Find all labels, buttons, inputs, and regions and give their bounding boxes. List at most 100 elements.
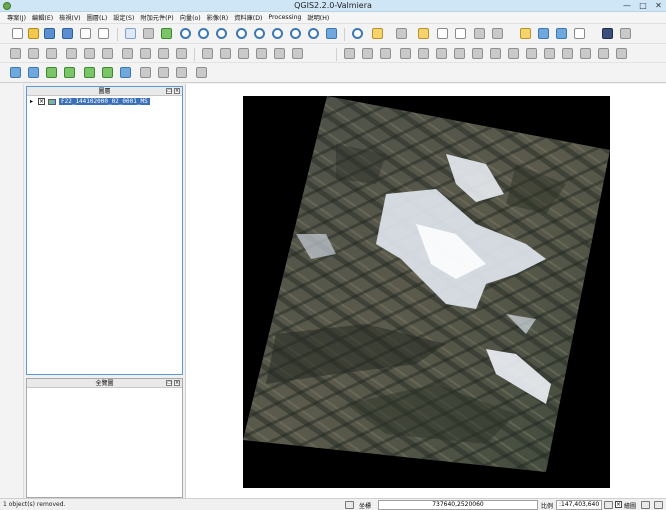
stop-rendering-icon[interactable] [604, 501, 613, 509]
show-bookmarks-icon[interactable] [556, 28, 567, 39]
menu-help[interactable]: 說明(H) [304, 13, 332, 22]
decrease-contrast-icon[interactable] [102, 67, 113, 78]
raster-tool-icon[interactable] [158, 67, 169, 78]
float-panel-button[interactable]: ▭ [166, 380, 172, 386]
menu-edit[interactable]: 編輯(E) [29, 13, 56, 22]
decrease-brightness-icon[interactable] [64, 67, 75, 78]
add-wcs-layer-icon[interactable] [6, 218, 18, 230]
new-print-composer-icon[interactable] [80, 28, 91, 39]
add-part-icon[interactable] [436, 48, 447, 59]
move-label-icon[interactable] [256, 48, 267, 59]
remove-layer-icon[interactable] [6, 344, 18, 356]
rotate-label-icon[interactable] [274, 48, 285, 59]
raster-calculator-icon[interactable] [196, 67, 207, 78]
save-project-icon[interactable] [44, 28, 55, 39]
select-icon[interactable] [372, 28, 383, 39]
select-by-expression-icon[interactable] [396, 28, 407, 39]
osm-icon[interactable] [6, 438, 18, 450]
add-feature-icon[interactable] [66, 48, 77, 59]
show-labels-icon[interactable] [238, 48, 249, 59]
new-bookmark-icon[interactable] [538, 28, 549, 39]
close-panel-button[interactable]: × [174, 88, 180, 94]
add-ring-icon[interactable] [418, 48, 429, 59]
add-wms-tile-icon[interactable] [6, 272, 18, 284]
text-annotation-icon[interactable] [574, 28, 585, 39]
menu-plugins[interactable]: 附加元件(P) [137, 13, 176, 22]
zoom-to-layer-icon[interactable] [254, 28, 265, 39]
layer-name[interactable]: F22_144102000_02_0001_MS [59, 98, 150, 105]
cut-features-icon[interactable] [140, 48, 151, 59]
local-histogram-stretch-icon[interactable] [10, 67, 21, 78]
zoom-native-icon[interactable] [272, 28, 283, 39]
split-parts-icon[interactable] [562, 48, 573, 59]
menu-processing[interactable]: Processing [265, 14, 304, 21]
delete-ring-icon[interactable] [472, 48, 483, 59]
menu-vector[interactable]: 向量(o) [177, 13, 204, 22]
add-spatialite-layer-icon[interactable] [6, 146, 18, 158]
zoom-full-icon[interactable] [216, 28, 227, 39]
current-edits-icon[interactable] [10, 48, 21, 59]
increase-brightness-icon[interactable] [46, 67, 57, 78]
crs-status-icon[interactable] [641, 501, 650, 509]
raster-info-icon[interactable] [176, 67, 187, 78]
scale-field[interactable]: :147,403,640 [556, 500, 602, 510]
zoom-out-icon[interactable] [198, 28, 209, 39]
menu-raster[interactable]: 影像(R) [204, 13, 232, 22]
zoom-to-selection-icon[interactable] [236, 28, 247, 39]
rotate-feature-icon[interactable] [380, 48, 391, 59]
merge-attributes-icon[interactable] [598, 48, 609, 59]
zoom-in-icon[interactable] [180, 28, 191, 39]
rotate-point-symbols-icon[interactable] [616, 48, 627, 59]
messages-icon[interactable] [654, 501, 663, 509]
georeferencer-icon[interactable] [6, 402, 18, 414]
menu-settings[interactable]: 設定(S) [110, 13, 137, 22]
fill-ring-icon[interactable] [454, 48, 465, 59]
increase-contrast-icon[interactable] [84, 67, 95, 78]
simplify-feature-icon[interactable] [400, 48, 411, 59]
attribute-table-icon[interactable] [437, 28, 448, 39]
merge-features-icon[interactable] [580, 48, 591, 59]
add-postgis-layer-icon[interactable] [6, 128, 18, 140]
delete-part-icon[interactable] [490, 48, 501, 59]
paste-features-icon[interactable] [176, 48, 187, 59]
node-tool-icon[interactable] [102, 48, 113, 59]
measure-icon[interactable] [492, 28, 503, 39]
float-panel-button[interactable]: ▭ [166, 88, 172, 94]
menu-view[interactable]: 檢視(V) [56, 13, 83, 22]
save-edits-icon[interactable] [46, 48, 57, 59]
maximize-button[interactable]: □ [636, 0, 650, 11]
move-feature-icon[interactable] [84, 48, 95, 59]
add-delimited-text-icon[interactable] [6, 254, 18, 266]
coordinate-field[interactable]: 737640,2520060 [378, 500, 538, 510]
field-calculator-icon[interactable] [455, 28, 466, 39]
help-icon[interactable] [620, 28, 631, 39]
layer-item[interactable]: ▸ × F22_144102000_02_0001_MS [30, 97, 182, 106]
close-button[interactable]: ✕ [651, 0, 666, 11]
render-checkbox[interactable]: × [615, 501, 622, 508]
delete-selected-icon[interactable] [122, 48, 133, 59]
python-console-icon[interactable] [602, 28, 613, 39]
reshape-features-icon[interactable] [508, 48, 519, 59]
full-histogram-stretch-icon[interactable] [28, 67, 39, 78]
pan-map-icon[interactable] [125, 28, 136, 39]
gps-tools-icon[interactable] [6, 366, 18, 378]
expand-toggle-icon[interactable]: ▸ [30, 98, 35, 105]
full-cumulative-cut-icon[interactable] [140, 67, 151, 78]
minimize-button[interactable]: — [620, 0, 634, 11]
redo-icon[interactable] [362, 48, 373, 59]
composer-manager-icon[interactable] [98, 28, 109, 39]
refresh-icon[interactable] [326, 28, 337, 39]
identify-icon[interactable] [352, 28, 363, 39]
coordinate-capture-icon[interactable] [6, 420, 18, 432]
menu-layer[interactable]: 圖層(L) [84, 13, 111, 22]
map-canvas[interactable] [185, 84, 666, 498]
new-spatialite-icon[interactable] [6, 326, 18, 338]
statistics-icon[interactable] [474, 28, 485, 39]
close-panel-button[interactable]: × [174, 380, 180, 386]
add-raster-layer-icon[interactable] [6, 110, 18, 122]
toggle-extents-icon[interactable] [345, 501, 354, 509]
open-project-icon[interactable] [28, 28, 39, 39]
zoom-last-icon[interactable] [290, 28, 301, 39]
pan-to-selection-icon[interactable] [143, 28, 154, 39]
add-wms-layer-icon[interactable] [6, 200, 18, 212]
